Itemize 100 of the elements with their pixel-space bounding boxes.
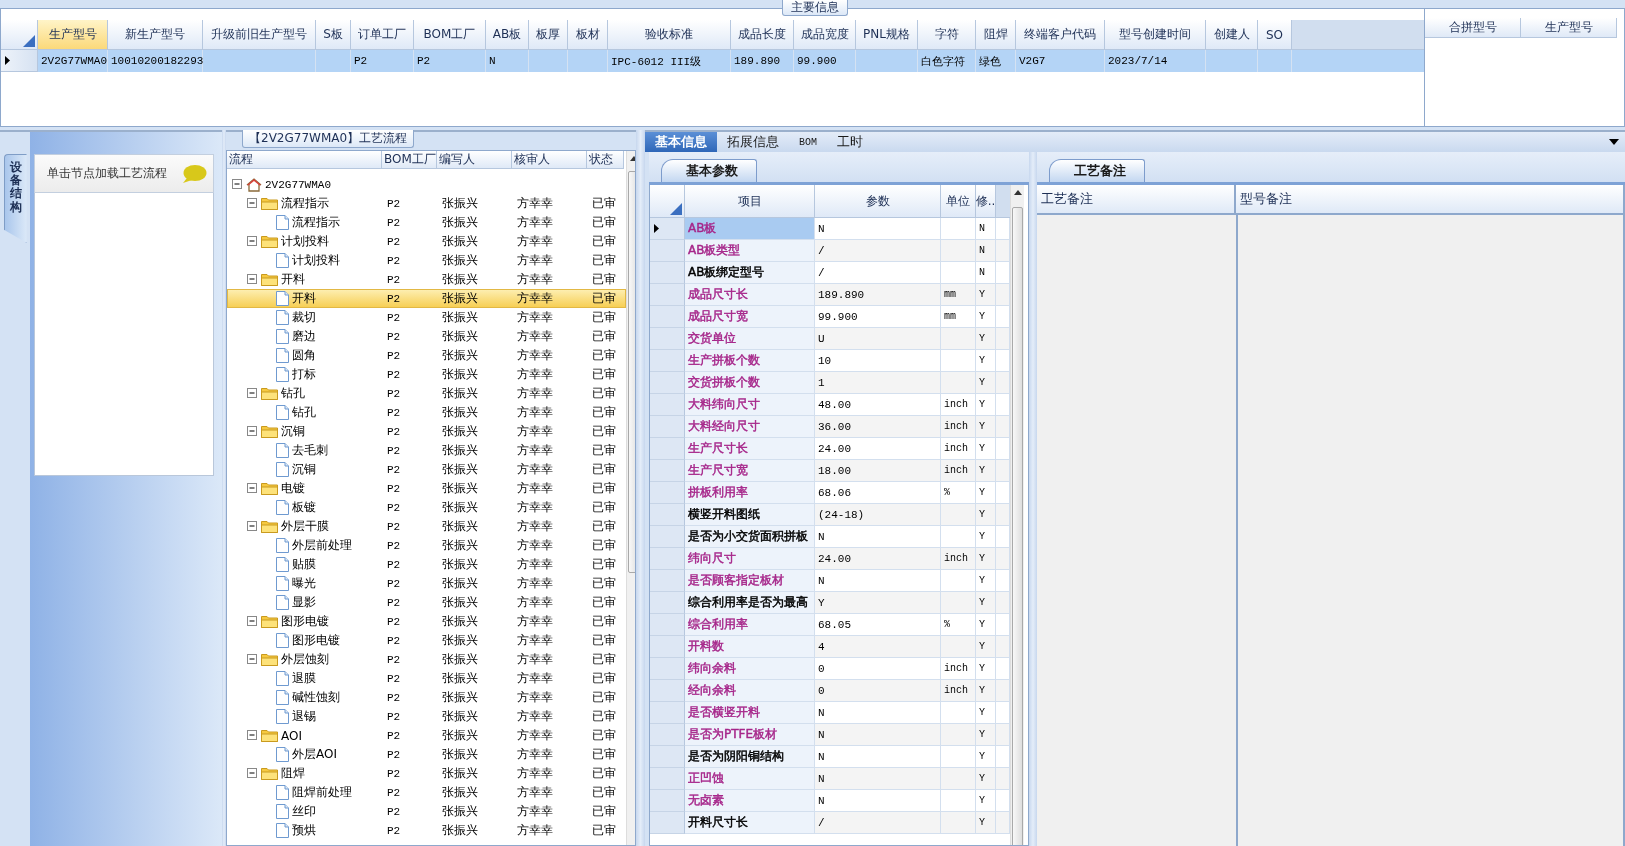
column-header[interactable]: 终端客户代码 — [1016, 20, 1105, 50]
table-row[interactable]: 成品尺寸宽 99.900 mm Y — [650, 306, 1010, 328]
collapse-icon[interactable] — [247, 198, 258, 209]
sub-tab[interactable]: 工艺备注 — [1049, 159, 1145, 182]
remark-field[interactable] — [1037, 215, 1238, 846]
column-header[interactable]: 验收标准 — [608, 20, 731, 50]
table-row[interactable]: 是否为小交货面积拼板 N Y — [650, 526, 1010, 548]
tree-row[interactable]: 电镀 P2 张振兴 方幸幸 已审 — [227, 479, 626, 498]
column-header[interactable]: 工艺备注 — [1037, 185, 1236, 215]
tree-row[interactable]: 外层AOI P2 张振兴 方幸幸 已审 — [227, 745, 626, 764]
tree-row[interactable]: 流程指示 P2 张振兴 方幸幸 已审 — [227, 213, 626, 232]
corner-header[interactable] — [1, 20, 38, 50]
tree-row[interactable]: 显影 P2 张振兴 方幸幸 已审 — [227, 593, 626, 612]
column-header[interactable]: 成品长度 — [731, 20, 794, 50]
column-header[interactable]: 成品宽度 — [794, 20, 856, 50]
column-header[interactable]: 板厚 — [529, 20, 568, 50]
column-header[interactable]: BOM工厂 — [382, 151, 437, 169]
tree-row[interactable]: 外层前处理 P2 张振兴 方幸幸 已审 — [227, 536, 626, 555]
table-row[interactable]: 是否为PTFE板材 N Y — [650, 724, 1010, 746]
column-header[interactable]: 新生产型号 — [108, 20, 203, 50]
table-row[interactable]: 生产尺寸长 24.00 inch Y — [650, 438, 1010, 460]
tree-row[interactable]: 贴膜 P2 张振兴 方幸幸 已审 — [227, 555, 626, 574]
column-header[interactable]: SO — [1258, 20, 1292, 50]
column-header[interactable]: 状态 — [587, 151, 624, 169]
tree-row[interactable]: 计划投料 P2 张振兴 方幸幸 已审 — [227, 232, 626, 251]
table-row[interactable]: 交货单位 U Y — [650, 328, 1010, 350]
column-header[interactable]: 合拼型号 — [1425, 18, 1521, 38]
table-row[interactable]: 生产拼板个数 10 Y — [650, 350, 1010, 372]
tree-row[interactable]: 计划投料 P2 张振兴 方幸幸 已审 — [227, 251, 626, 270]
column-header[interactable]: 修.. — [976, 185, 996, 218]
tree-row[interactable]: 阻焊前处理 P2 张振兴 方幸幸 已审 — [227, 783, 626, 802]
table-row[interactable]: 纬向尺寸 24.00 inch Y — [650, 548, 1010, 570]
column-header[interactable]: 参数 — [815, 185, 941, 218]
tab[interactable]: 工时 — [827, 132, 873, 152]
dropdown-icon[interactable] — [1609, 139, 1619, 145]
splitter[interactable] — [636, 130, 645, 846]
scrollbar[interactable] — [1010, 185, 1024, 845]
tab[interactable]: 拓展信息 — [717, 132, 789, 152]
column-header[interactable]: 项目 — [685, 185, 815, 218]
tree-row[interactable]: 外层干膜 P2 张振兴 方幸幸 已审 — [227, 517, 626, 536]
collapse-icon[interactable] — [247, 654, 258, 665]
column-header[interactable]: 板材 — [568, 20, 608, 50]
tree-row[interactable]: 去毛刺 P2 张振兴 方幸幸 已审 — [227, 441, 626, 460]
column-header[interactable]: 升级前旧生产型号 — [203, 20, 316, 50]
column-header[interactable]: PNL规格 — [856, 20, 918, 50]
column-header[interactable]: AB板 — [486, 20, 529, 50]
collapse-icon[interactable] — [247, 483, 258, 494]
table-row[interactable]: 开料数 4 Y — [650, 636, 1010, 658]
sub-tab[interactable]: 基本参数 — [661, 159, 757, 182]
table-row[interactable]: 是否横竖开料 N Y — [650, 702, 1010, 724]
tab[interactable]: BOM — [789, 132, 827, 152]
table-row[interactable]: 经向余料 0 inch Y — [650, 680, 1010, 702]
collapse-icon[interactable] — [247, 616, 258, 627]
tree-row[interactable]: 钻孔 P2 张振兴 方幸幸 已审 — [227, 403, 626, 422]
tree-row[interactable]: 磨边 P2 张振兴 方幸幸 已审 — [227, 327, 626, 346]
table-row[interactable]: AB板 N N — [650, 218, 1010, 240]
table-row[interactable]: 正凹蚀 N Y — [650, 768, 1010, 790]
column-header[interactable]: 阻焊 — [976, 20, 1016, 50]
table-row[interactable]: 纬向余料 0 inch Y — [650, 658, 1010, 680]
table-row[interactable]: 综合利用率 68.05 % Y — [650, 614, 1010, 636]
table-row[interactable]: AB板类型 / N — [650, 240, 1010, 262]
collapse-icon[interactable] — [247, 236, 258, 247]
splitter[interactable] — [222, 130, 226, 846]
table-row[interactable]: 是否顾客指定板材 N Y — [650, 570, 1010, 592]
tree-row[interactable]: 2V2G77WMA0 — [227, 175, 626, 194]
column-header[interactable]: S板 — [316, 20, 351, 50]
tree-row[interactable]: 退锡 P2 张振兴 方幸幸 已审 — [227, 707, 626, 726]
column-header[interactable]: 核审人 — [512, 151, 587, 169]
row-header[interactable] — [1, 50, 38, 72]
tree-row[interactable]: 钻孔 P2 张振兴 方幸幸 已审 — [227, 384, 626, 403]
tree-row[interactable]: AOI P2 张振兴 方幸幸 已审 — [227, 726, 626, 745]
column-header[interactable]: BOM工厂 — [414, 20, 486, 50]
table-row[interactable]: 大料经向尺寸 36.00 inch Y — [650, 416, 1010, 438]
table-row[interactable]: 无卤素 N Y — [650, 790, 1010, 812]
column-header[interactable]: 型号创建时间 — [1105, 20, 1206, 50]
tree-row[interactable]: 开料 P2 张振兴 方幸幸 已审 — [227, 289, 626, 308]
table-row[interactable]: 成品尺寸长 189.890 mm Y — [650, 284, 1010, 306]
column-header[interactable]: 流程 — [227, 151, 382, 169]
collapse-icon[interactable] — [247, 388, 258, 399]
tree-row[interactable]: 退膜 P2 张振兴 方幸幸 已审 — [227, 669, 626, 688]
tree-row[interactable]: 外层蚀刻 P2 张振兴 方幸幸 已审 — [227, 650, 626, 669]
column-header[interactable]: 字符 — [918, 20, 976, 50]
tree-row[interactable]: 图形电镀 P2 张振兴 方幸幸 已审 — [227, 612, 626, 631]
table-row[interactable]: 大料纬向尺寸 48.00 inch Y — [650, 394, 1010, 416]
tree-row[interactable]: 打标 P2 张振兴 方幸幸 已审 — [227, 365, 626, 384]
tree-row[interactable]: 沉铜 P2 张振兴 方幸幸 已审 — [227, 460, 626, 479]
collapse-icon[interactable] — [247, 521, 258, 532]
table-row[interactable]: AB板绑定型号 / N — [650, 262, 1010, 284]
tree-row[interactable]: 裁切 P2 张振兴 方幸幸 已审 — [227, 308, 626, 327]
tree-row[interactable]: 圆角 P2 张振兴 方幸幸 已审 — [227, 346, 626, 365]
side-tab[interactable]: 设备结构 — [3, 154, 27, 243]
tree-row[interactable]: 丝印 P2 张振兴 方幸幸 已审 — [227, 802, 626, 821]
column-header[interactable]: 型号备注 — [1236, 185, 1625, 215]
collapse-icon[interactable] — [247, 426, 258, 437]
collapse-icon[interactable] — [247, 768, 258, 779]
collapse-icon[interactable] — [232, 179, 243, 190]
column-header[interactable]: 生产型号 — [38, 20, 108, 50]
table-row[interactable]: 是否为阴阳铜结构 N Y — [650, 746, 1010, 768]
table-row[interactable]: 交货拼板个数 1 Y — [650, 372, 1010, 394]
corner-header[interactable] — [650, 185, 685, 218]
